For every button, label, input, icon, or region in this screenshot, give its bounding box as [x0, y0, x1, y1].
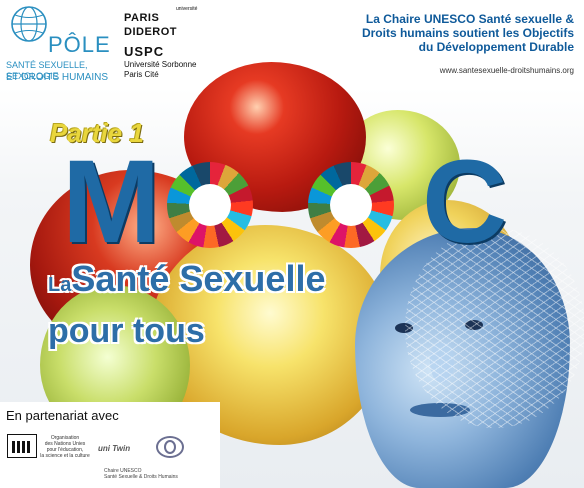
- chaire-statement: La Chaire UNESCO Santé sexuelle & Droits…: [324, 12, 574, 54]
- pole-subtitle: ET DROITS HUMAINS: [6, 72, 109, 83]
- title-article: La: [48, 274, 72, 296]
- uspc-subtitle: Université Sorbonne Paris Cité: [124, 60, 196, 80]
- paris-diderot-logo: université PARIS DIDEROT USPC Université…: [124, 4, 214, 84]
- diderot-label: DIDEROT: [124, 26, 177, 38]
- sdg-wheel-icon: [167, 162, 253, 248]
- globe-icon: [11, 6, 47, 42]
- pole-logo: PÔLE SANTÉ SEXUELLE, SEXOLOGIE ET DROITS…: [4, 4, 122, 90]
- unitwin-logo: uni Twin: [98, 432, 154, 470]
- course-title: LaSanté Sexuelle: [48, 258, 325, 300]
- mooc-letter: M: [62, 136, 161, 268]
- chaire-url: www.santesexuelle-droitshumains.org: [439, 66, 574, 75]
- unitwin-caption: Chaire UNESCO Santé Sexuelle & Droits Hu…: [104, 468, 180, 480]
- course-subtitle: pour tous: [48, 312, 205, 350]
- partners-heading: En partenariat avec: [6, 408, 119, 423]
- unitwin-caption-line: Santé Sexuelle & Droits Humains: [104, 474, 178, 480]
- mooc-letter: C: [422, 136, 508, 268]
- uspc-line: Université Sorbonne: [124, 60, 197, 69]
- uspc-line: Paris Cité: [124, 70, 159, 79]
- title-line: Santé Sexuelle: [71, 258, 326, 299]
- universite-label: université: [176, 6, 198, 12]
- paris-label: PARIS: [124, 12, 160, 24]
- uspc-label: USPC: [124, 44, 165, 59]
- chaire-line: Droits humains soutient les Objectifs: [361, 26, 574, 40]
- sdg-wheel-icon: [308, 162, 394, 248]
- unesco-temple-icon: [7, 434, 37, 458]
- unesco-caption-line: la science et la culture: [40, 453, 90, 459]
- chaire-line: La Chaire UNESCO Santé sexuelle &: [365, 12, 574, 26]
- pole-name: PÔLE: [48, 32, 111, 57]
- mooc-poster: PÔLE SANTÉ SEXUELLE, SEXOLOGIE ET DROITS…: [0, 0, 584, 488]
- knot-icon: [156, 436, 184, 458]
- unesco-caption: Organisation des Nations Unies pour l'éd…: [34, 435, 96, 459]
- chaire-line: du Développement Durable: [418, 40, 574, 54]
- unitwin-label: uni Twin: [98, 444, 131, 453]
